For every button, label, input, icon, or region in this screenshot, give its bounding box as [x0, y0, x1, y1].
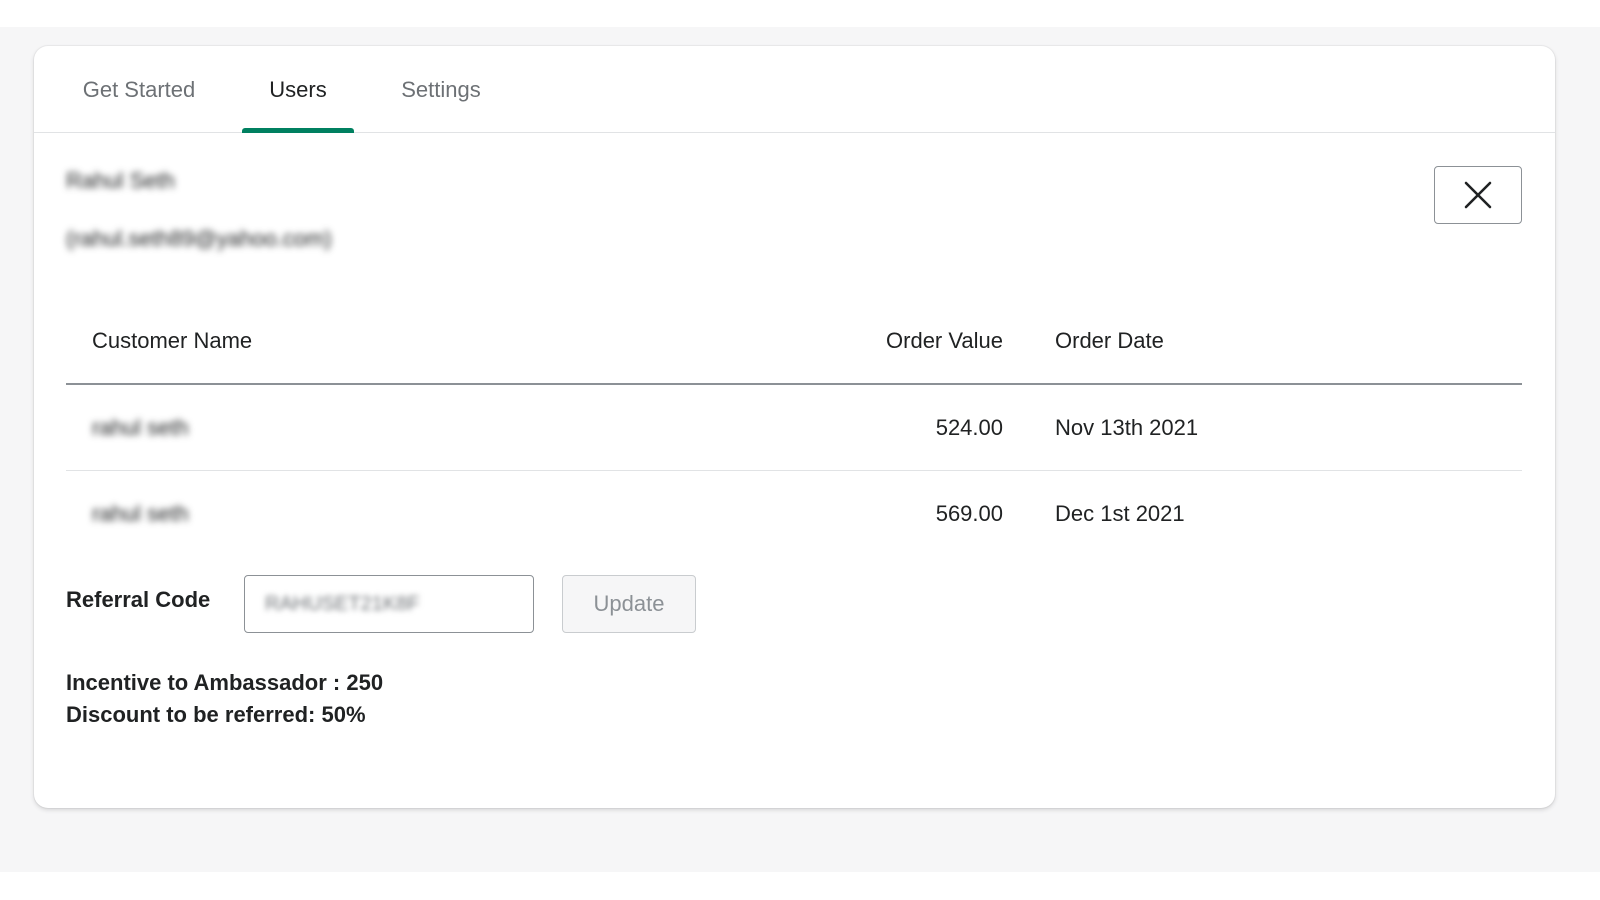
- table-row: rahul seth 569.00 Dec 1st 2021: [66, 471, 1522, 557]
- users-card: Get Started Users Settings Rahul Seth (r…: [34, 46, 1555, 808]
- table-row: rahul seth 524.00 Nov 13th 2021: [66, 385, 1522, 471]
- close-icon: [1464, 181, 1492, 209]
- tab-users[interactable]: Users: [242, 46, 354, 133]
- user-info: Rahul Seth (rahul.seth89@yahoo.com): [66, 168, 426, 288]
- referral-code-value: RAHUSET21K8F: [265, 592, 420, 615]
- user-email: (rahul.seth89@yahoo.com): [66, 226, 332, 251]
- orders-table: Customer Name Order Value Order Date rah…: [66, 298, 1522, 557]
- update-button[interactable]: Update: [562, 575, 696, 633]
- row-order-value: 524.00: [935, 414, 1003, 440]
- referred-discount: Discount to be referred: 50%: [66, 702, 366, 727]
- header-order-date: Order Date: [1055, 327, 1164, 353]
- row-customer-name: rahul seth: [92, 414, 189, 440]
- active-tab-indicator: [242, 128, 354, 133]
- row-customer-name: rahul seth: [92, 501, 189, 526]
- tab-get-started[interactable]: Get Started: [78, 46, 200, 133]
- referral-code-label: Referral Code: [66, 587, 211, 612]
- referral-code-input[interactable]: RAHUSET21K8F: [244, 575, 534, 633]
- tab-bar: Get Started Users Settings: [34, 46, 1555, 133]
- row-order-date: Nov 13th 2021: [1055, 414, 1199, 440]
- close-button[interactable]: [1434, 166, 1522, 224]
- incentive-info: Incentive to Ambassador : 250 Discount t…: [66, 667, 383, 731]
- header-customer-name: Customer Name: [92, 327, 253, 353]
- user-name: Rahul Seth: [66, 168, 175, 193]
- ambassador-incentive: Incentive to Ambassador : 250: [66, 670, 384, 695]
- table-header: Customer Name Order Value Order Date: [66, 298, 1522, 385]
- row-order-date: Dec 1st 2021: [1055, 501, 1185, 526]
- row-order-value: 569.00: [935, 501, 1003, 526]
- header-order-value: Order Value: [886, 327, 1003, 353]
- tab-settings[interactable]: Settings: [392, 46, 490, 133]
